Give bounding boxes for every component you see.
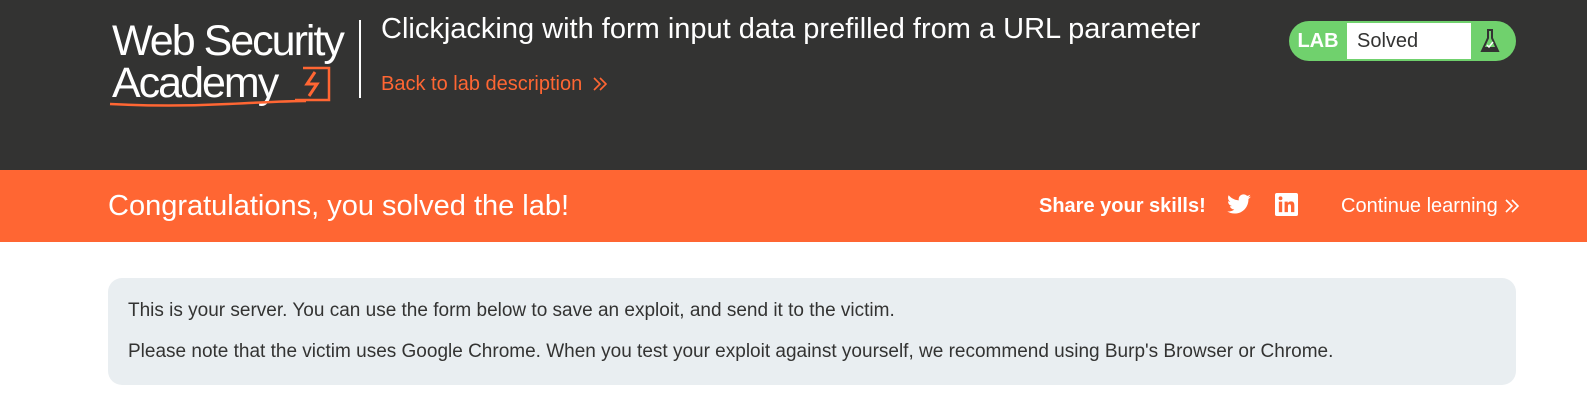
share-skills-label: Share your skills! xyxy=(1039,195,1206,217)
continue-learning-label: Continue learning xyxy=(1341,195,1498,217)
page-header: Web Security Academy Clickjacking with f… xyxy=(0,0,1587,170)
linkedin-icon[interactable] xyxy=(1275,193,1298,216)
double-chevron-right-icon xyxy=(593,77,608,91)
back-link-label: Back to lab description xyxy=(381,73,583,95)
congratulations-message: Congratulations, you solved the lab! xyxy=(108,190,570,222)
congratulations-banner: Congratulations, you solved the lab! Sha… xyxy=(0,170,1587,242)
flask-icon xyxy=(1480,29,1500,52)
logo-bolt-icon xyxy=(295,66,331,102)
header-divider xyxy=(359,20,361,98)
server-info-line-2: Please note that the victim uses Google … xyxy=(128,341,1334,362)
twitter-icon[interactable] xyxy=(1226,194,1252,216)
double-chevron-right-icon xyxy=(1505,199,1519,213)
lab-badge: LAB xyxy=(1297,30,1339,52)
lab-status-text: Solved xyxy=(1347,23,1471,59)
server-info-line-1: This is your server. You can use the for… xyxy=(128,300,895,321)
back-to-lab-description-link[interactable]: Back to lab description xyxy=(381,72,608,96)
server-info-box: This is your server. You can use the for… xyxy=(108,278,1516,385)
continue-learning-link[interactable]: Continue learning xyxy=(1341,194,1520,218)
logo-underline-icon xyxy=(109,99,307,107)
lab-status-widget: LAB Solved xyxy=(1289,21,1516,61)
lab-title: Clickjacking with form input data prefil… xyxy=(381,13,1201,45)
logo-line-1: Web Security xyxy=(112,17,345,65)
web-security-academy-logo[interactable]: Web Security Academy xyxy=(108,18,358,110)
